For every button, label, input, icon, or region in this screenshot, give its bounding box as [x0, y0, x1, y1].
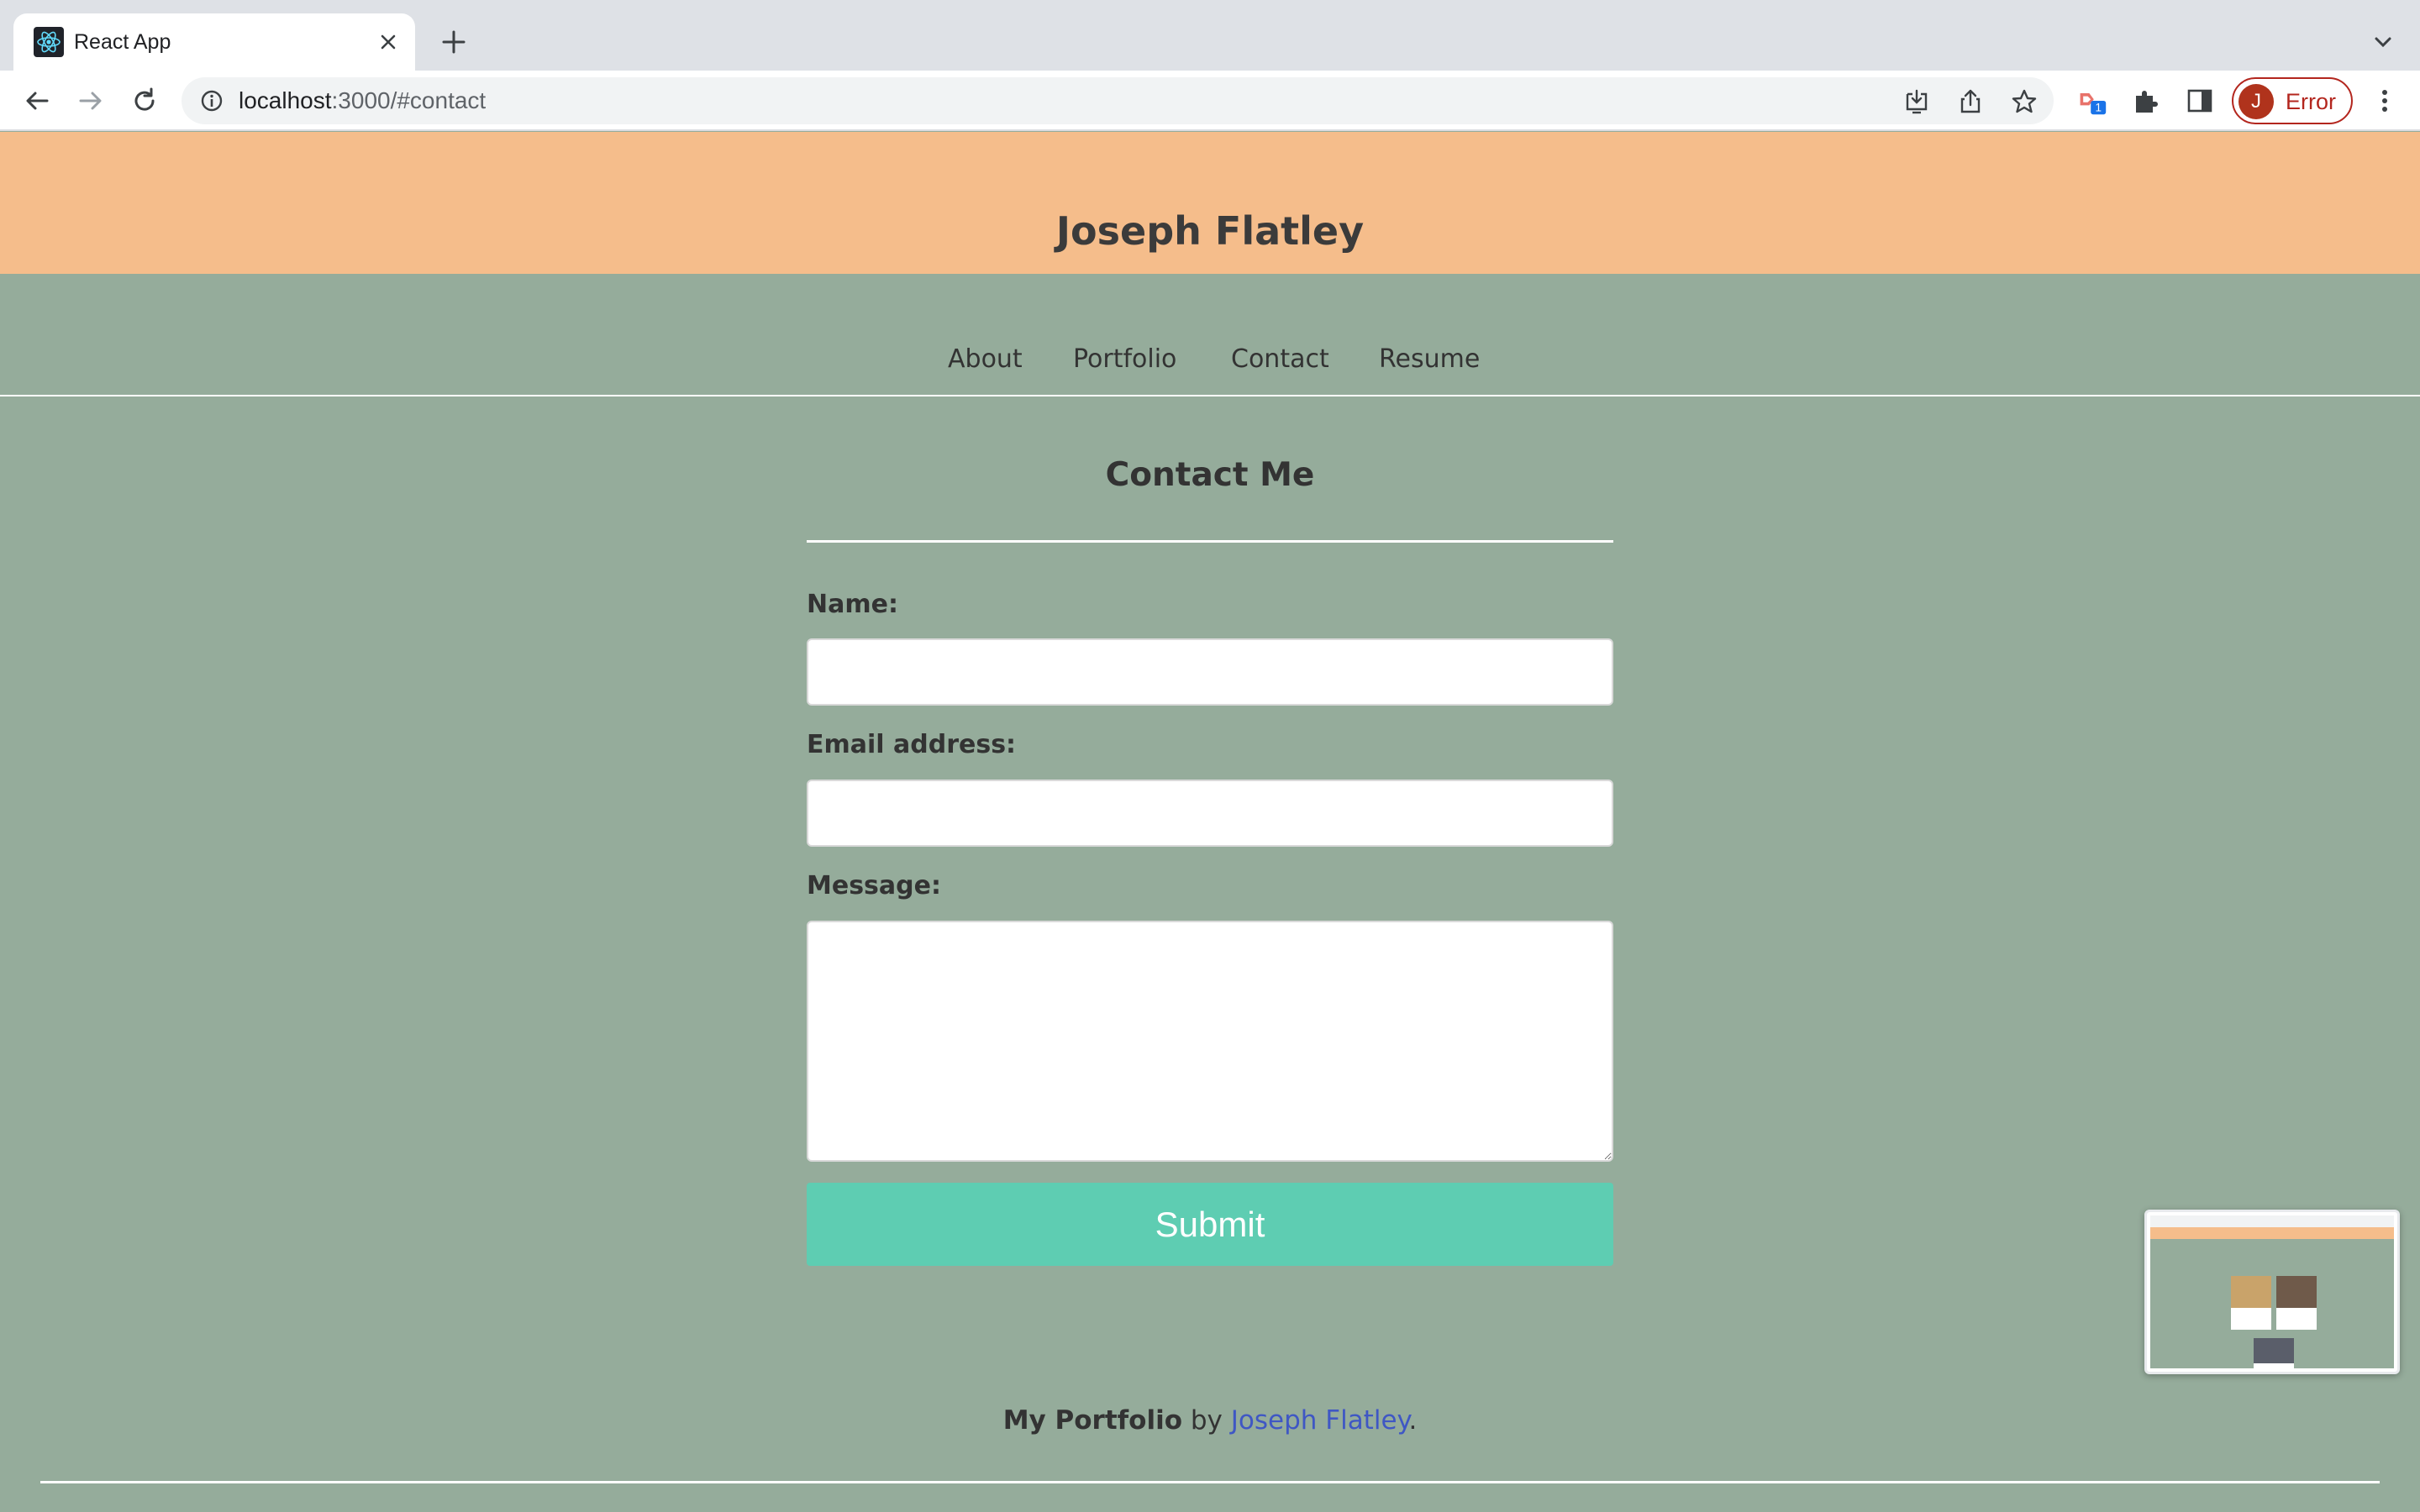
browser-toolbar: localhost:3000/#contact 1 J Error — [0, 71, 2420, 131]
browser-tab[interactable]: React App — [13, 13, 415, 71]
extension-badge-icon[interactable]: 1 — [2077, 86, 2107, 116]
pip-card-image — [2231, 1276, 2271, 1308]
footer-by: by — [1182, 1405, 1231, 1436]
extension-badge-count: 1 — [2095, 102, 2102, 114]
email-input[interactable] — [807, 780, 1613, 847]
contact-heading: Contact Me — [1105, 456, 1315, 494]
address-bar[interactable]: localhost:3000/#contact — [182, 77, 2054, 124]
install-app-icon[interactable] — [1902, 87, 1931, 116]
browser-menu-icon[interactable] — [2370, 86, 2400, 116]
site-header: Joseph Flatley — [0, 132, 2420, 274]
profile-status: Error — [2286, 89, 2336, 114]
reload-icon[interactable] — [128, 84, 161, 118]
footer-author-link[interactable]: Joseph Flatley — [1231, 1405, 1409, 1436]
tab-title: React App — [74, 30, 171, 54]
url-text[interactable]: localhost:3000/#contact — [239, 86, 486, 116]
back-arrow-icon[interactable] — [20, 84, 54, 118]
picture-in-picture-thumbnail[interactable] — [2144, 1210, 2400, 1374]
bookmark-star-icon[interactable] — [2010, 87, 2039, 116]
nav-resume[interactable]: Resume — [1379, 343, 1480, 376]
tab-search-chevron-icon[interactable] — [2370, 29, 2396, 55]
email-label: Email address: — [807, 730, 1017, 759]
footer-period: . — [1408, 1405, 1418, 1436]
profile-button[interactable]: J Error — [2232, 77, 2353, 124]
nav-contact[interactable]: Contact — [1231, 343, 1329, 376]
browser-tabstrip: React App — [0, 0, 2420, 71]
forward-arrow-icon[interactable] — [74, 84, 108, 118]
message-label: Message: — [807, 871, 941, 900]
pip-preview — [2150, 1215, 2394, 1368]
site-info-icon[interactable] — [198, 87, 225, 114]
avatar: J — [2238, 84, 2274, 119]
nav-portfolio[interactable]: Portfolio — [1073, 343, 1176, 376]
heading-divider — [807, 540, 1613, 543]
side-panel-icon[interactable] — [2185, 86, 2215, 116]
react-logo-icon — [34, 27, 64, 57]
pip-card-image — [2254, 1338, 2294, 1363]
site-nav: About Portfolio Contact Resume — [0, 274, 2420, 396]
new-tab-icon[interactable] — [437, 25, 471, 59]
message-textarea[interactable] — [807, 921, 1613, 1162]
nav-about[interactable]: About — [948, 343, 1023, 376]
share-icon[interactable] — [1956, 87, 1985, 116]
pip-browser-bar — [2150, 1215, 2394, 1227]
close-tab-icon[interactable] — [375, 29, 402, 55]
name-label: Name: — [807, 590, 898, 619]
pip-card — [2276, 1276, 2317, 1330]
pip-card — [2231, 1276, 2271, 1330]
name-input[interactable] — [807, 638, 1613, 706]
pip-site-header — [2150, 1227, 2394, 1239]
site-title: Joseph Flatley — [1055, 208, 1365, 254]
pip-card-image — [2276, 1276, 2317, 1308]
site-footer: My Portfolio by Joseph Flatley. — [0, 1403, 2420, 1438]
extensions-puzzle-icon[interactable] — [2131, 86, 2161, 116]
footer-brand: My Portfolio — [1002, 1405, 1182, 1436]
footer-divider — [40, 1481, 2380, 1483]
pip-card — [2254, 1338, 2294, 1368]
submit-button[interactable]: Submit — [807, 1183, 1613, 1266]
